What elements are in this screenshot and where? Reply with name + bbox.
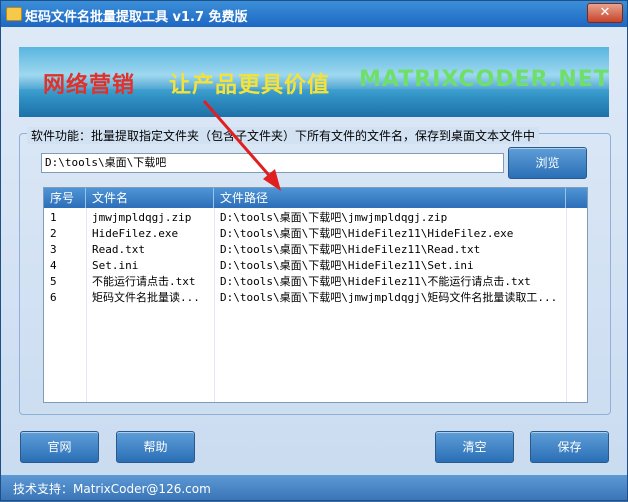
save-button[interactable]: 保存 (530, 431, 609, 463)
table-row[interactable]: 2 HideFilez.exe D:\tools\桌面\下载吧\HideFile… (44, 226, 587, 242)
row-filepath: D:\tools\桌面\下载吧\HideFilez11\Set.ini (220, 259, 474, 272)
feature-description: 软件功能：批量提取指定文件夹（包含子文件夹）下所有文件的文件名，保存到桌面文本文… (27, 127, 540, 144)
table-row[interactable]: 6 矩码文件名批量读... D:\tools\桌面\下载吧\jmwjmpldqg… (44, 290, 587, 306)
row-filepath: D:\tools\桌面\下载吧\HideFilez11\Read.txt (220, 243, 481, 256)
banner-slogan-1: 网络营销 (43, 73, 136, 98)
list-header: 序号 文件名 文件路径 (44, 188, 587, 208)
row-filepath: D:\tools\桌面\下载吧\jmwjmpldqgj\矩码文件名批量读取工..… (220, 291, 558, 304)
row-number: 1 (50, 211, 57, 224)
row-number: 5 (50, 275, 57, 288)
table-row[interactable]: 3 Read.txt D:\tools\桌面\下载吧\HideFilez11\R… (44, 242, 587, 258)
banner-slogan-2: 让产品更具价值 (169, 73, 331, 98)
row-number: 3 (50, 243, 57, 256)
row-filepath: D:\tools\桌面\下载吧\HideFilez11\HideFilez.ex… (220, 227, 514, 240)
banner-site-name: MATRIXCODER.NET (359, 67, 609, 92)
row-filename: jmwjmpldqgj.zip (92, 211, 192, 224)
support-contact: 技术支持：MatrixCoder@126.com (13, 482, 211, 496)
list-rows: 1 jmwjmpldqgj.zip D:\tools\桌面\下载吧\jmwjmp… (44, 210, 587, 306)
row-filename: 矩码文件名批量读... (92, 291, 200, 304)
row-number: 4 (50, 259, 57, 272)
banner: 网络营销 让产品更具价值 MATRIXCODER.NET (19, 47, 609, 117)
row-number: 2 (50, 227, 57, 240)
folder-path-input[interactable]: D:\tools\桌面\下载吧 (41, 153, 504, 173)
official-site-button[interactable]: 官网 (20, 431, 99, 463)
clear-button[interactable]: 清空 (435, 431, 514, 463)
table-row[interactable]: 1 jmwjmpldqgj.zip D:\tools\桌面\下载吧\jmwjmp… (44, 210, 587, 226)
window-title: 矩码文件名批量提取工具 v1.7 免费版 (25, 10, 248, 25)
row-filepath: D:\tools\桌面\下载吧\jmwjmpldqgj.zip (220, 211, 448, 224)
table-row[interactable]: 4 Set.ini D:\tools\桌面\下载吧\HideFilez11\Se… (44, 258, 587, 274)
row-filepath: D:\tools\桌面\下载吧\HideFilez11\不能运行请点击.txt (220, 275, 531, 288)
header-filepath[interactable]: 文件路径 (214, 188, 566, 208)
file-list[interactable]: 序号 文件名 文件路径 1 jmwjmpldqgj.zip D:\tools\桌… (43, 187, 588, 403)
browse-button[interactable]: 浏览 (508, 147, 587, 179)
status-bar: 技术支持：MatrixCoder@126.com (1, 475, 627, 500)
title-bar[interactable]: 矩码文件名批量提取工具 v1.7 免费版 ✕ (1, 1, 627, 27)
header-filler (566, 188, 587, 208)
close-button[interactable]: ✕ (587, 3, 623, 23)
folder-icon (6, 7, 22, 21)
row-number: 6 (50, 291, 57, 304)
row-filename: 不能运行请点击.txt (92, 275, 196, 288)
app-window: 矩码文件名批量提取工具 v1.7 免费版 ✕ 网络营销 让产品更具价值 MATR… (0, 0, 628, 501)
header-filename[interactable]: 文件名 (86, 188, 214, 208)
header-number[interactable]: 序号 (44, 188, 86, 208)
help-button[interactable]: 帮助 (116, 431, 195, 463)
table-row[interactable]: 5 不能运行请点击.txt D:\tools\桌面\下载吧\HideFilez1… (44, 274, 587, 290)
row-filename: HideFilez.exe (92, 227, 179, 240)
row-filename: Set.ini (92, 259, 139, 272)
row-filename: Read.txt (92, 243, 145, 256)
